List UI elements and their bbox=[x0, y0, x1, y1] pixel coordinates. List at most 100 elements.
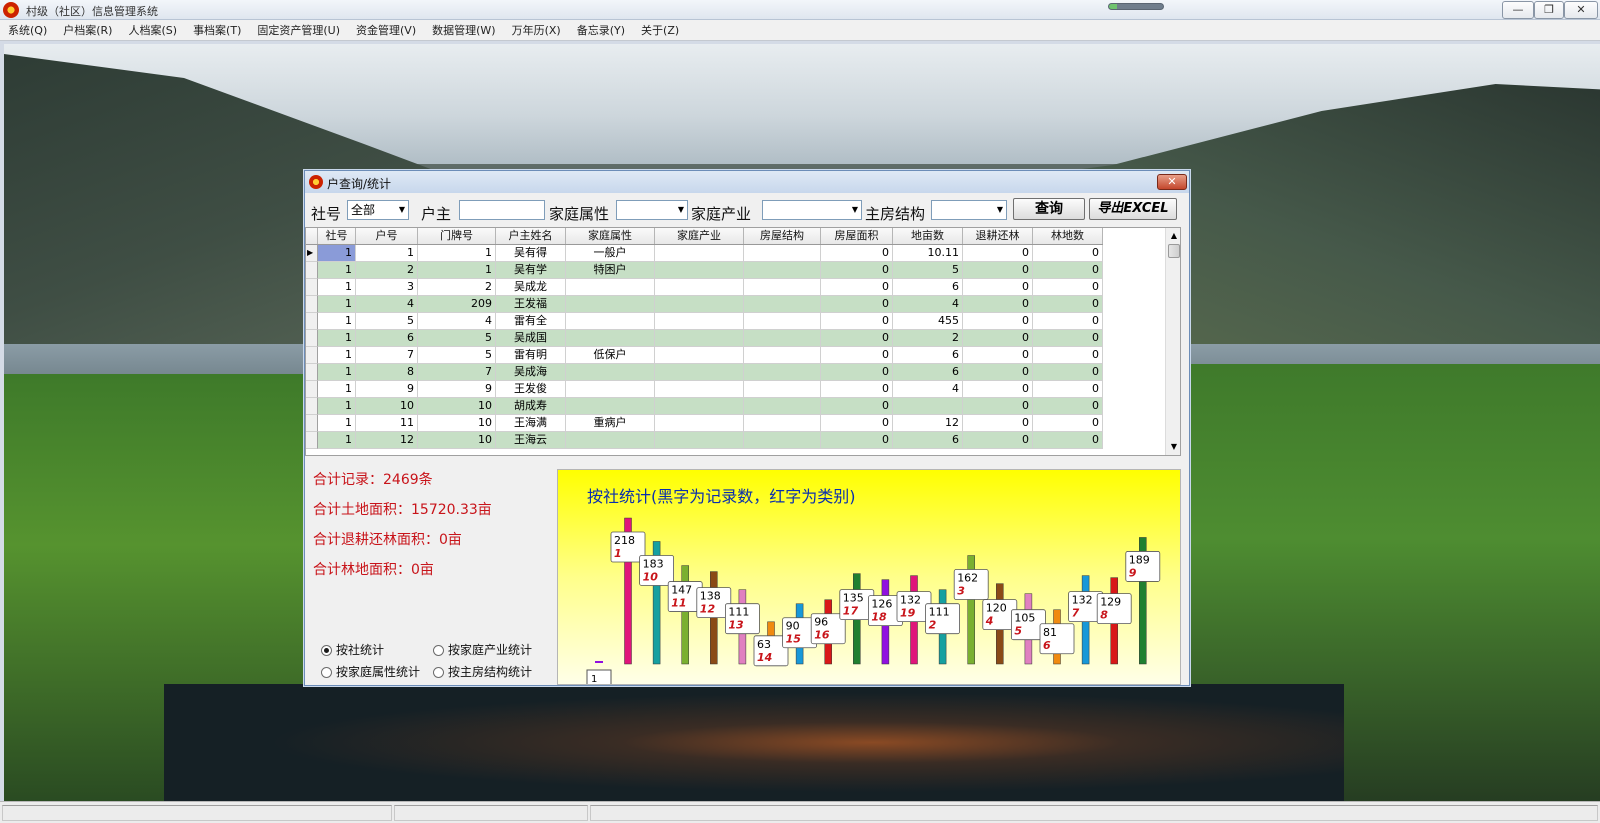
menu-about[interactable]: 关于(Z) bbox=[633, 20, 687, 41]
table-cell[interactable]: 王发福 bbox=[496, 296, 566, 313]
table-cell[interactable]: 0 bbox=[1033, 313, 1103, 330]
table-cell[interactable]: 1 bbox=[318, 415, 356, 432]
menu-fixed-assets[interactable]: 固定资产管理(U) bbox=[249, 20, 348, 41]
table-cell[interactable] bbox=[744, 296, 821, 313]
table-cell[interactable]: 7 bbox=[418, 364, 496, 381]
row-indicator[interactable] bbox=[306, 296, 318, 313]
table-cell[interactable]: 6 bbox=[893, 364, 963, 381]
table-cell[interactable]: 0 bbox=[963, 330, 1033, 347]
table-cell[interactable]: 10 bbox=[418, 432, 496, 449]
table-cell[interactable] bbox=[655, 262, 744, 279]
table-cell[interactable]: 1 bbox=[356, 245, 418, 262]
table-cell[interactable] bbox=[893, 398, 963, 415]
table-cell[interactable] bbox=[744, 330, 821, 347]
table-cell[interactable]: 10 bbox=[356, 398, 418, 415]
column-header[interactable]: 户主姓名 bbox=[496, 228, 566, 244]
table-cell[interactable] bbox=[566, 296, 655, 313]
table-cell[interactable] bbox=[744, 415, 821, 432]
table-cell[interactable]: 0 bbox=[821, 381, 893, 398]
row-indicator[interactable] bbox=[306, 313, 318, 330]
table-cell[interactable]: 0 bbox=[963, 313, 1033, 330]
table-cell[interactable]: 特困户 bbox=[566, 262, 655, 279]
menu-funds[interactable]: 资金管理(V) bbox=[348, 20, 424, 41]
table-cell[interactable]: 0 bbox=[1033, 296, 1103, 313]
column-header[interactable]: 林地数 bbox=[1033, 228, 1103, 244]
table-cell[interactable]: 0 bbox=[1033, 245, 1103, 262]
table-cell[interactable]: 10 bbox=[418, 398, 496, 415]
table-cell[interactable]: 0 bbox=[821, 330, 893, 347]
table-cell[interactable]: 吴成龙 bbox=[496, 279, 566, 296]
menu-data[interactable]: 数据管理(W) bbox=[424, 20, 503, 41]
table-row[interactable]: 1 9 9 王发俊 0 4 0 0 bbox=[306, 381, 1103, 398]
radio-by-she[interactable]: 按社统计 bbox=[321, 641, 384, 658]
table-cell[interactable]: 4 bbox=[893, 381, 963, 398]
family-industry-select[interactable]: ▼ bbox=[762, 200, 862, 220]
column-header[interactable]: 门牌号 bbox=[418, 228, 496, 244]
table-cell[interactable]: 1 bbox=[318, 347, 356, 364]
table-row[interactable]: 1 11 10 王海满 重病户 0 12 0 0 bbox=[306, 415, 1103, 432]
table-cell[interactable]: 0 bbox=[963, 432, 1033, 449]
table-cell[interactable]: 1 bbox=[318, 296, 356, 313]
table-cell[interactable] bbox=[744, 245, 821, 262]
table-cell[interactable]: 0 bbox=[821, 347, 893, 364]
table-cell[interactable]: 5 bbox=[418, 347, 496, 364]
table-row[interactable]: 1 2 1 吴有学 特困户 0 5 0 0 bbox=[306, 262, 1103, 279]
table-cell[interactable]: 王发俊 bbox=[496, 381, 566, 398]
table-cell[interactable]: 王海云 bbox=[496, 432, 566, 449]
table-cell[interactable]: 6 bbox=[893, 347, 963, 364]
table-cell[interactable] bbox=[744, 262, 821, 279]
table-cell[interactable] bbox=[655, 330, 744, 347]
table-cell[interactable]: 0 bbox=[1033, 330, 1103, 347]
table-cell[interactable] bbox=[655, 415, 744, 432]
menu-memo[interactable]: 备忘录(Y) bbox=[569, 20, 633, 41]
scroll-down-icon[interactable]: ▼ bbox=[1166, 439, 1180, 455]
table-cell[interactable]: 4 bbox=[418, 313, 496, 330]
table-cell[interactable]: 王海满 bbox=[496, 415, 566, 432]
table-cell[interactable]: 5 bbox=[893, 262, 963, 279]
table-cell[interactable] bbox=[566, 381, 655, 398]
table-cell[interactable] bbox=[566, 330, 655, 347]
table-cell[interactable]: 1 bbox=[318, 262, 356, 279]
table-cell[interactable]: 一般户 bbox=[566, 245, 655, 262]
table-cell[interactable]: 3 bbox=[356, 279, 418, 296]
table-cell[interactable]: 0 bbox=[963, 245, 1033, 262]
table-cell[interactable]: 0 bbox=[1033, 398, 1103, 415]
row-indicator[interactable] bbox=[306, 347, 318, 364]
table-cell[interactable]: 0 bbox=[821, 262, 893, 279]
table-row[interactable]: 1 8 7 吴成海 0 6 0 0 bbox=[306, 364, 1103, 381]
table-cell[interactable]: 0 bbox=[963, 296, 1033, 313]
table-cell[interactable]: 1 bbox=[318, 313, 356, 330]
column-header[interactable]: 户号 bbox=[356, 228, 418, 244]
table-cell[interactable]: 吴有得 bbox=[496, 245, 566, 262]
column-header[interactable]: 家庭产业 bbox=[655, 228, 744, 244]
row-indicator[interactable] bbox=[306, 330, 318, 347]
table-cell[interactable] bbox=[744, 432, 821, 449]
table-cell[interactable]: 0 bbox=[821, 398, 893, 415]
table-cell[interactable]: 吴成海 bbox=[496, 364, 566, 381]
table-cell[interactable]: 吴有学 bbox=[496, 262, 566, 279]
table-cell[interactable] bbox=[744, 398, 821, 415]
owner-input[interactable] bbox=[459, 200, 545, 220]
table-cell[interactable]: 1 bbox=[418, 262, 496, 279]
scroll-thumb[interactable] bbox=[1168, 244, 1180, 258]
table-cell[interactable]: 0 bbox=[963, 364, 1033, 381]
table-cell[interactable]: 12 bbox=[356, 432, 418, 449]
table-cell[interactable]: 吴成国 bbox=[496, 330, 566, 347]
table-cell[interactable]: 0 bbox=[1033, 432, 1103, 449]
table-cell[interactable] bbox=[566, 398, 655, 415]
table-cell[interactable]: 1 bbox=[318, 245, 356, 262]
table-cell[interactable]: 1 bbox=[418, 245, 496, 262]
table-cell[interactable]: 0 bbox=[963, 262, 1033, 279]
table-cell[interactable]: 0 bbox=[821, 296, 893, 313]
family-attr-select[interactable]: ▼ bbox=[616, 200, 688, 220]
table-cell[interactable] bbox=[566, 313, 655, 330]
table-cell[interactable]: 10.11 bbox=[893, 245, 963, 262]
table-cell[interactable]: 0 bbox=[963, 415, 1033, 432]
table-row[interactable]: 1 12 10 王海云 0 6 0 0 bbox=[306, 432, 1103, 449]
row-indicator[interactable] bbox=[306, 262, 318, 279]
table-cell[interactable]: 0 bbox=[1033, 381, 1103, 398]
table-cell[interactable] bbox=[655, 245, 744, 262]
radio-by-industry[interactable]: 按家庭产业统计 bbox=[433, 641, 532, 658]
table-cell[interactable]: 0 bbox=[963, 279, 1033, 296]
table-cell[interactable] bbox=[744, 347, 821, 364]
